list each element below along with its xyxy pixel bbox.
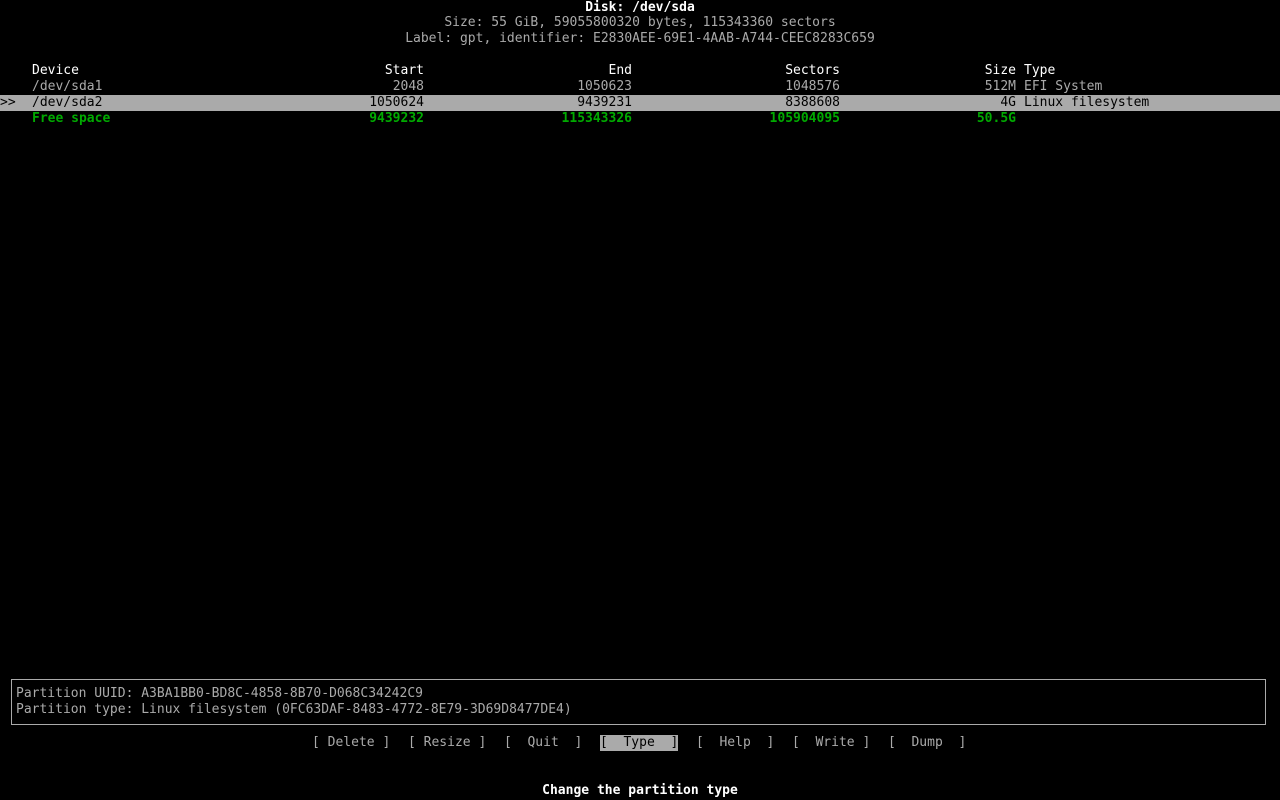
- type-button[interactable]: [ Type ]: [600, 735, 679, 751]
- selection-marker: [0, 79, 24, 95]
- partition-type: [1024, 111, 1224, 127]
- status-hint: Change the partition type: [542, 783, 738, 798]
- action-menu: [ Delete ] [ Resize ] [ Quit ] [ Type ] …: [0, 735, 1280, 751]
- partition-size: 4G: [1000, 95, 1016, 110]
- partition-start: 1050624: [369, 95, 424, 110]
- column-device: Device: [32, 63, 79, 78]
- delete-button[interactable]: [ Delete ]: [312, 735, 390, 751]
- partition-table-header: Device Start End Sectors Size Type: [0, 63, 1280, 79]
- partition-end: 1050623: [577, 79, 632, 94]
- column-start: Start: [384, 63, 424, 78]
- selection-marker: >>: [0, 95, 16, 110]
- write-button[interactable]: [ Write ]: [792, 735, 870, 751]
- column-end: End: [608, 63, 632, 78]
- partition-device: /dev/sda1: [32, 79, 103, 94]
- disk-title: Disk: /dev/sda: [585, 0, 695, 15]
- partition-type: Linux filesystem: [1024, 95, 1150, 110]
- column-size: Size: [984, 63, 1016, 78]
- partition-end: 115343326: [561, 111, 632, 126]
- column-type: Type: [1024, 63, 1056, 78]
- disk-size-info: Size: 55 GiB, 59055800320 bytes, 1153433…: [444, 15, 836, 30]
- disk-label-info: Label: gpt, identifier: E2830AEE-69E1-4A…: [405, 31, 875, 46]
- partition-type: EFI System: [1024, 79, 1103, 94]
- dump-button[interactable]: [ Dump ]: [888, 735, 966, 751]
- partition-start: 9439232: [369, 111, 424, 126]
- help-button[interactable]: [ Help ]: [696, 735, 774, 751]
- partition-start: 2048: [392, 79, 424, 94]
- selection-marker: [0, 111, 24, 127]
- partition-row-sda2[interactable]: >> /dev/sda2 1050624 9439231 8388608 4G …: [0, 95, 1280, 111]
- column-sectors: Sectors: [785, 63, 840, 78]
- partition-uuid: Partition UUID: A3BA1BB0-BD8C-4858-8B70-…: [16, 686, 423, 701]
- quit-button[interactable]: [ Quit ]: [504, 735, 582, 751]
- partition-sectors: 8388608: [785, 95, 840, 110]
- partition-size: 512M: [984, 79, 1016, 94]
- partition-row-sda1[interactable]: /dev/sda1 2048 1050623 1048576 512M EFI …: [0, 79, 1280, 95]
- partition-sectors: 105904095: [769, 111, 840, 126]
- partition-device: Free space: [32, 111, 111, 126]
- partition-sectors: 1048576: [785, 79, 840, 94]
- partition-end: 9439231: [577, 95, 632, 110]
- partition-size: 50.5G: [976, 111, 1016, 126]
- resize-button[interactable]: [ Resize ]: [408, 735, 486, 751]
- partition-type-info: Partition type: Linux filesystem (0FC63D…: [16, 702, 572, 717]
- partition-device: /dev/sda2: [32, 95, 103, 110]
- partition-row-free-space[interactable]: Free space 9439232 115343326 105904095 5…: [0, 111, 1280, 127]
- partition-info-box: Partition UUID: A3BA1BB0-BD8C-4858-8B70-…: [11, 679, 1266, 725]
